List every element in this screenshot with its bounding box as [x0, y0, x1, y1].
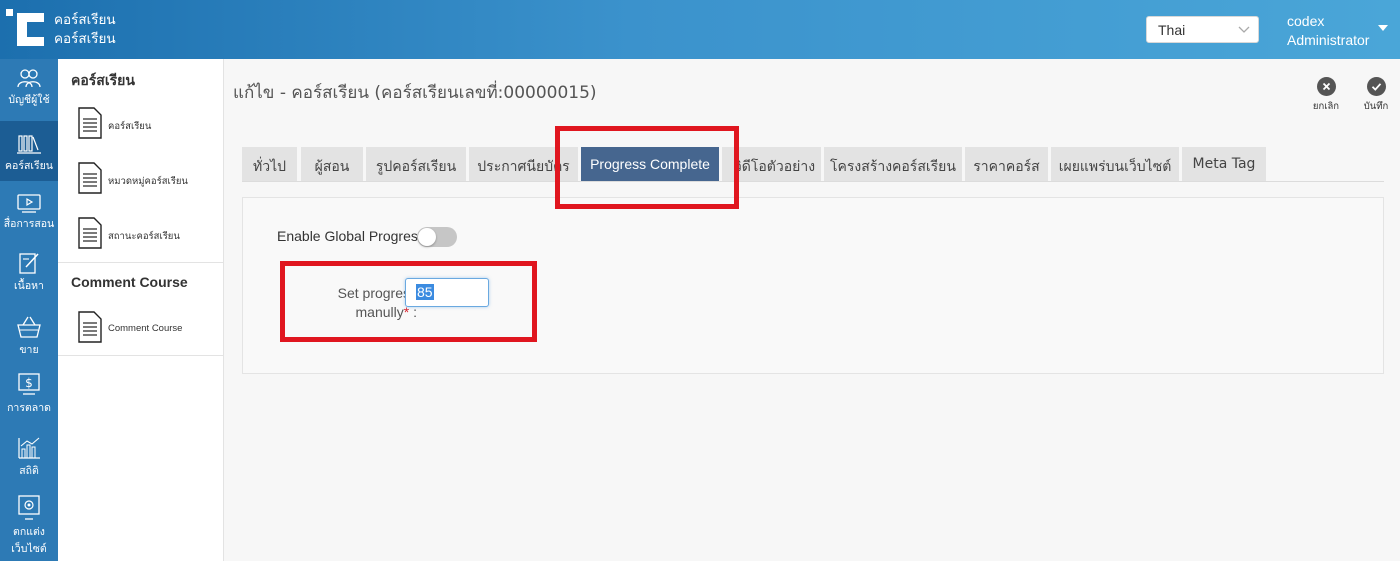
language-select[interactable]: Thai [1146, 16, 1259, 43]
check-icon [1366, 77, 1386, 96]
nav-label-stats: สถิติ [19, 465, 39, 477]
submenu-section-title: คอร์สเรียน [71, 72, 135, 88]
basket-icon [17, 316, 41, 338]
tab-course-images[interactable]: รูปคอร์สเรียน [366, 147, 466, 182]
document-icon [78, 217, 102, 249]
library-icon [17, 135, 41, 154]
nav-item-courses[interactable]: คอร์สเรียน [0, 121, 58, 181]
close-icon [1316, 77, 1336, 96]
edit-icon [19, 253, 39, 274]
submenu-item-courses[interactable]: คอร์สเรียน [78, 107, 218, 143]
tab-course-structure[interactable]: โครงสร้างคอร์สเรียน [824, 147, 962, 182]
user-menu[interactable]: codex Administrator [1287, 12, 1369, 50]
tab-publish-website[interactable]: เผยแพร่บนเว็บไซต์ [1051, 147, 1179, 182]
caret-down-icon[interactable] [1378, 25, 1388, 31]
user-role: Administrator [1287, 32, 1370, 48]
dollar-screen-icon: $ [18, 373, 40, 395]
global-progress-toggle[interactable] [417, 227, 457, 247]
submenu-item-course-status[interactable]: สถานะคอร์สเรียน [78, 217, 218, 253]
nav-label-media: สื่อการสอน [3, 218, 55, 230]
nav-item-marketing[interactable]: $ การตลาด [0, 373, 58, 419]
nav-item-website[interactable]: ตกแต่ง เว็บไซต์ [0, 495, 58, 561]
nav-label-sales: ขาย [19, 344, 39, 356]
side-nav: บัญชีผู้ใช้ คอร์สเรียน สื่อการสอน เนื้อห… [0, 59, 58, 561]
nav-label-website-1: ตกแต่ง [13, 526, 45, 538]
stats-icon [18, 437, 40, 459]
course-submenu: คอร์สเรียน คอร์สเรียน หมวดหมู่คอร์สเรียน [58, 59, 224, 561]
document-icon [78, 107, 102, 139]
brand-line-2: คอร์สเรียน [54, 31, 116, 47]
global-progress-label: Enable Global Progress [277, 228, 425, 244]
brand-line-1: คอร์สเรียน [54, 12, 116, 28]
page-title: แก้ไข - คอร์สเรียน (คอร์สเรียนเลขที่:000… [233, 83, 597, 103]
submenu-label: คอร์สเรียน [108, 121, 152, 132]
nav-label-users: บัญชีผู้ใช้ [8, 94, 50, 106]
nav-item-sales[interactable]: ขาย [0, 315, 58, 359]
cancel-button[interactable]: ยกเลิก [1306, 77, 1346, 114]
language-value: Thai [1158, 22, 1186, 38]
user-name: codex [1287, 13, 1325, 29]
nav-item-stats[interactable]: สถิติ [0, 436, 58, 486]
submenu-label: หมวดหมู่คอร์สเรียน [108, 176, 188, 187]
submenu-item-course-categories[interactable]: หมวดหมู่คอร์สเรียน [78, 162, 218, 198]
submenu-section-title: Comment Course [71, 274, 188, 290]
video-icon [17, 194, 41, 213]
tab-underline [242, 181, 1384, 182]
document-icon [78, 311, 102, 343]
top-bar: คอร์สเรียน คอร์สเรียน Thai codex Adminis… [0, 0, 1400, 59]
document-icon [78, 162, 102, 194]
app-logo-icon[interactable] [6, 9, 46, 49]
nav-label-marketing: การตลาด [7, 402, 51, 414]
nav-label-content: เนื้อหา [14, 280, 44, 292]
nav-label-courses: คอร์สเรียน [5, 160, 53, 172]
users-icon [17, 69, 41, 88]
nav-label-website-2: เว็บไซต์ [11, 543, 47, 555]
submenu-divider [58, 355, 223, 356]
highlight-box-input [280, 261, 537, 342]
toggle-knob [418, 228, 436, 246]
svg-text:$: $ [25, 376, 33, 390]
nav-item-users[interactable]: บัญชีผู้ใช้ [0, 67, 58, 123]
chevron-down-icon [1238, 26, 1250, 33]
highlight-box-tab [555, 126, 739, 209]
tab-meta-tag[interactable]: Meta Tag [1182, 147, 1266, 182]
tab-general[interactable]: ทั่วไป [242, 147, 297, 182]
nav-item-content[interactable]: เนื้อหา [0, 251, 58, 297]
tab-course-price[interactable]: ราคาคอร์ส [965, 147, 1048, 182]
submenu-item-comment-course[interactable]: Comment Course [78, 311, 218, 347]
submenu-label: Comment Course [108, 323, 183, 334]
submenu-divider [58, 262, 223, 263]
tab-instructor[interactable]: ผู้สอน [301, 147, 363, 182]
save-label: บันทึก [1363, 101, 1389, 112]
nav-item-media[interactable]: สื่อการสอน [0, 193, 58, 237]
submenu-label: สถานะคอร์สเรียน [108, 231, 180, 242]
brand-name: คอร์สเรียน คอร์สเรียน [54, 11, 116, 49]
save-button[interactable]: บันทึก [1356, 77, 1396, 114]
settings-screen-icon [18, 495, 40, 520]
cancel-label: ยกเลิก [1312, 101, 1340, 112]
